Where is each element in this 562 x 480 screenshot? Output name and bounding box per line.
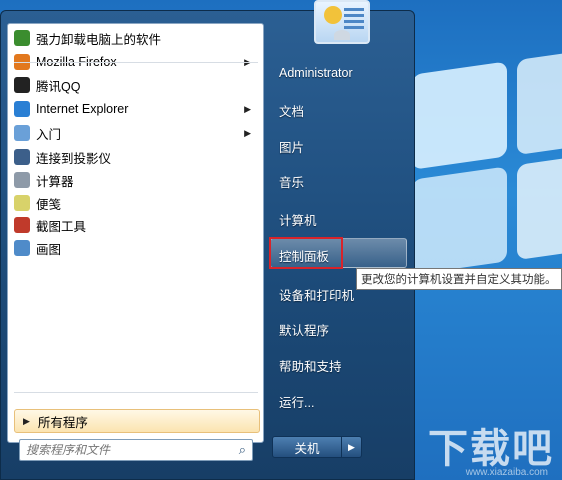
- menu-item-documents[interactable]: 文档: [279, 101, 304, 120]
- sticky-notes-icon: [14, 195, 30, 211]
- calculator-icon: [14, 172, 30, 188]
- menu-item-pictures[interactable]: 图片: [279, 137, 304, 156]
- program-item[interactable]: Internet Explorer ▶: [12, 99, 257, 119]
- menu-item-administrator[interactable]: Administrator: [279, 66, 353, 80]
- projector-icon: [14, 149, 30, 165]
- program-label: 连接到投影仪: [36, 151, 112, 166]
- snipping-tool-icon: [14, 217, 30, 233]
- paint-icon: [14, 240, 30, 256]
- program-label: 腾讯QQ: [36, 79, 81, 94]
- program-label: 计算器: [36, 174, 74, 189]
- menu-item-devices-printers[interactable]: 设备和打印机: [279, 285, 354, 304]
- search-icon[interactable]: ⌕: [239, 442, 246, 458]
- qq-icon: [14, 77, 30, 93]
- program-list-panel: 强力卸载电脑上的软件 Mozilla Firefox ▶ 腾讯QQ Internet E…: [7, 23, 264, 443]
- program-item[interactable]: 连接到投影仪: [12, 147, 257, 167]
- windows-logo-wallpaper: [412, 45, 562, 295]
- tooltip: 更改您的计算机设置并自定义其功能。: [356, 268, 562, 290]
- program-item[interactable]: 计算器: [12, 170, 257, 190]
- menu-item-help-support[interactable]: 帮助和支持: [279, 356, 342, 375]
- ie-icon: [14, 101, 30, 117]
- search-input[interactable]: [20, 442, 228, 458]
- divider: [14, 392, 258, 393]
- shutdown-button[interactable]: 关机: [272, 436, 342, 458]
- program-item[interactable]: 画图: [12, 238, 257, 258]
- menu-item-default-programs[interactable]: 默认程序: [279, 320, 329, 339]
- arrow-right-icon: ▶: [348, 441, 355, 452]
- all-programs-button[interactable]: ▶ 所有程序: [14, 409, 260, 433]
- all-programs-label: 所有程序: [37, 415, 88, 430]
- program-item[interactable]: 入门 ▶: [12, 123, 257, 143]
- uninstaller-icon: [14, 30, 30, 46]
- search-area: ⌕: [9, 435, 264, 469]
- program-label: 强力卸载电脑上的软件: [36, 32, 162, 47]
- menu-item-run[interactable]: 运行...: [279, 392, 314, 411]
- menu-item-computer[interactable]: 计算机: [279, 210, 317, 229]
- watermark-url: www.xiazaiba.com: [465, 467, 548, 478]
- program-label: 便笺: [36, 197, 62, 212]
- program-label: Internet Explorer: [36, 102, 129, 116]
- program-item[interactable]: 腾讯QQ: [12, 75, 257, 95]
- highlight-box: [269, 237, 343, 269]
- program-label: 画图: [36, 242, 62, 257]
- program-label: 入门: [36, 127, 62, 142]
- watermark-text: 下载吧: [428, 427, 554, 471]
- program-item[interactable]: 截图工具: [12, 215, 257, 235]
- submenu-arrow-icon: ▶: [244, 103, 251, 114]
- search-box[interactable]: ⌕: [19, 439, 253, 461]
- menu-item-music[interactable]: 音乐: [279, 172, 304, 191]
- program-item[interactable]: 便笺: [12, 193, 257, 213]
- program-item[interactable]: 强力卸载电脑上的软件: [12, 28, 257, 48]
- getting-started-icon: [14, 125, 30, 141]
- arrow-right-icon: ▶: [23, 415, 30, 426]
- user-picture[interactable]: [314, 0, 370, 44]
- submenu-arrow-icon: ▶: [244, 127, 251, 138]
- divider: [14, 62, 258, 63]
- program-label: 截图工具: [36, 219, 87, 234]
- shutdown-options-button[interactable]: ▶: [342, 436, 362, 458]
